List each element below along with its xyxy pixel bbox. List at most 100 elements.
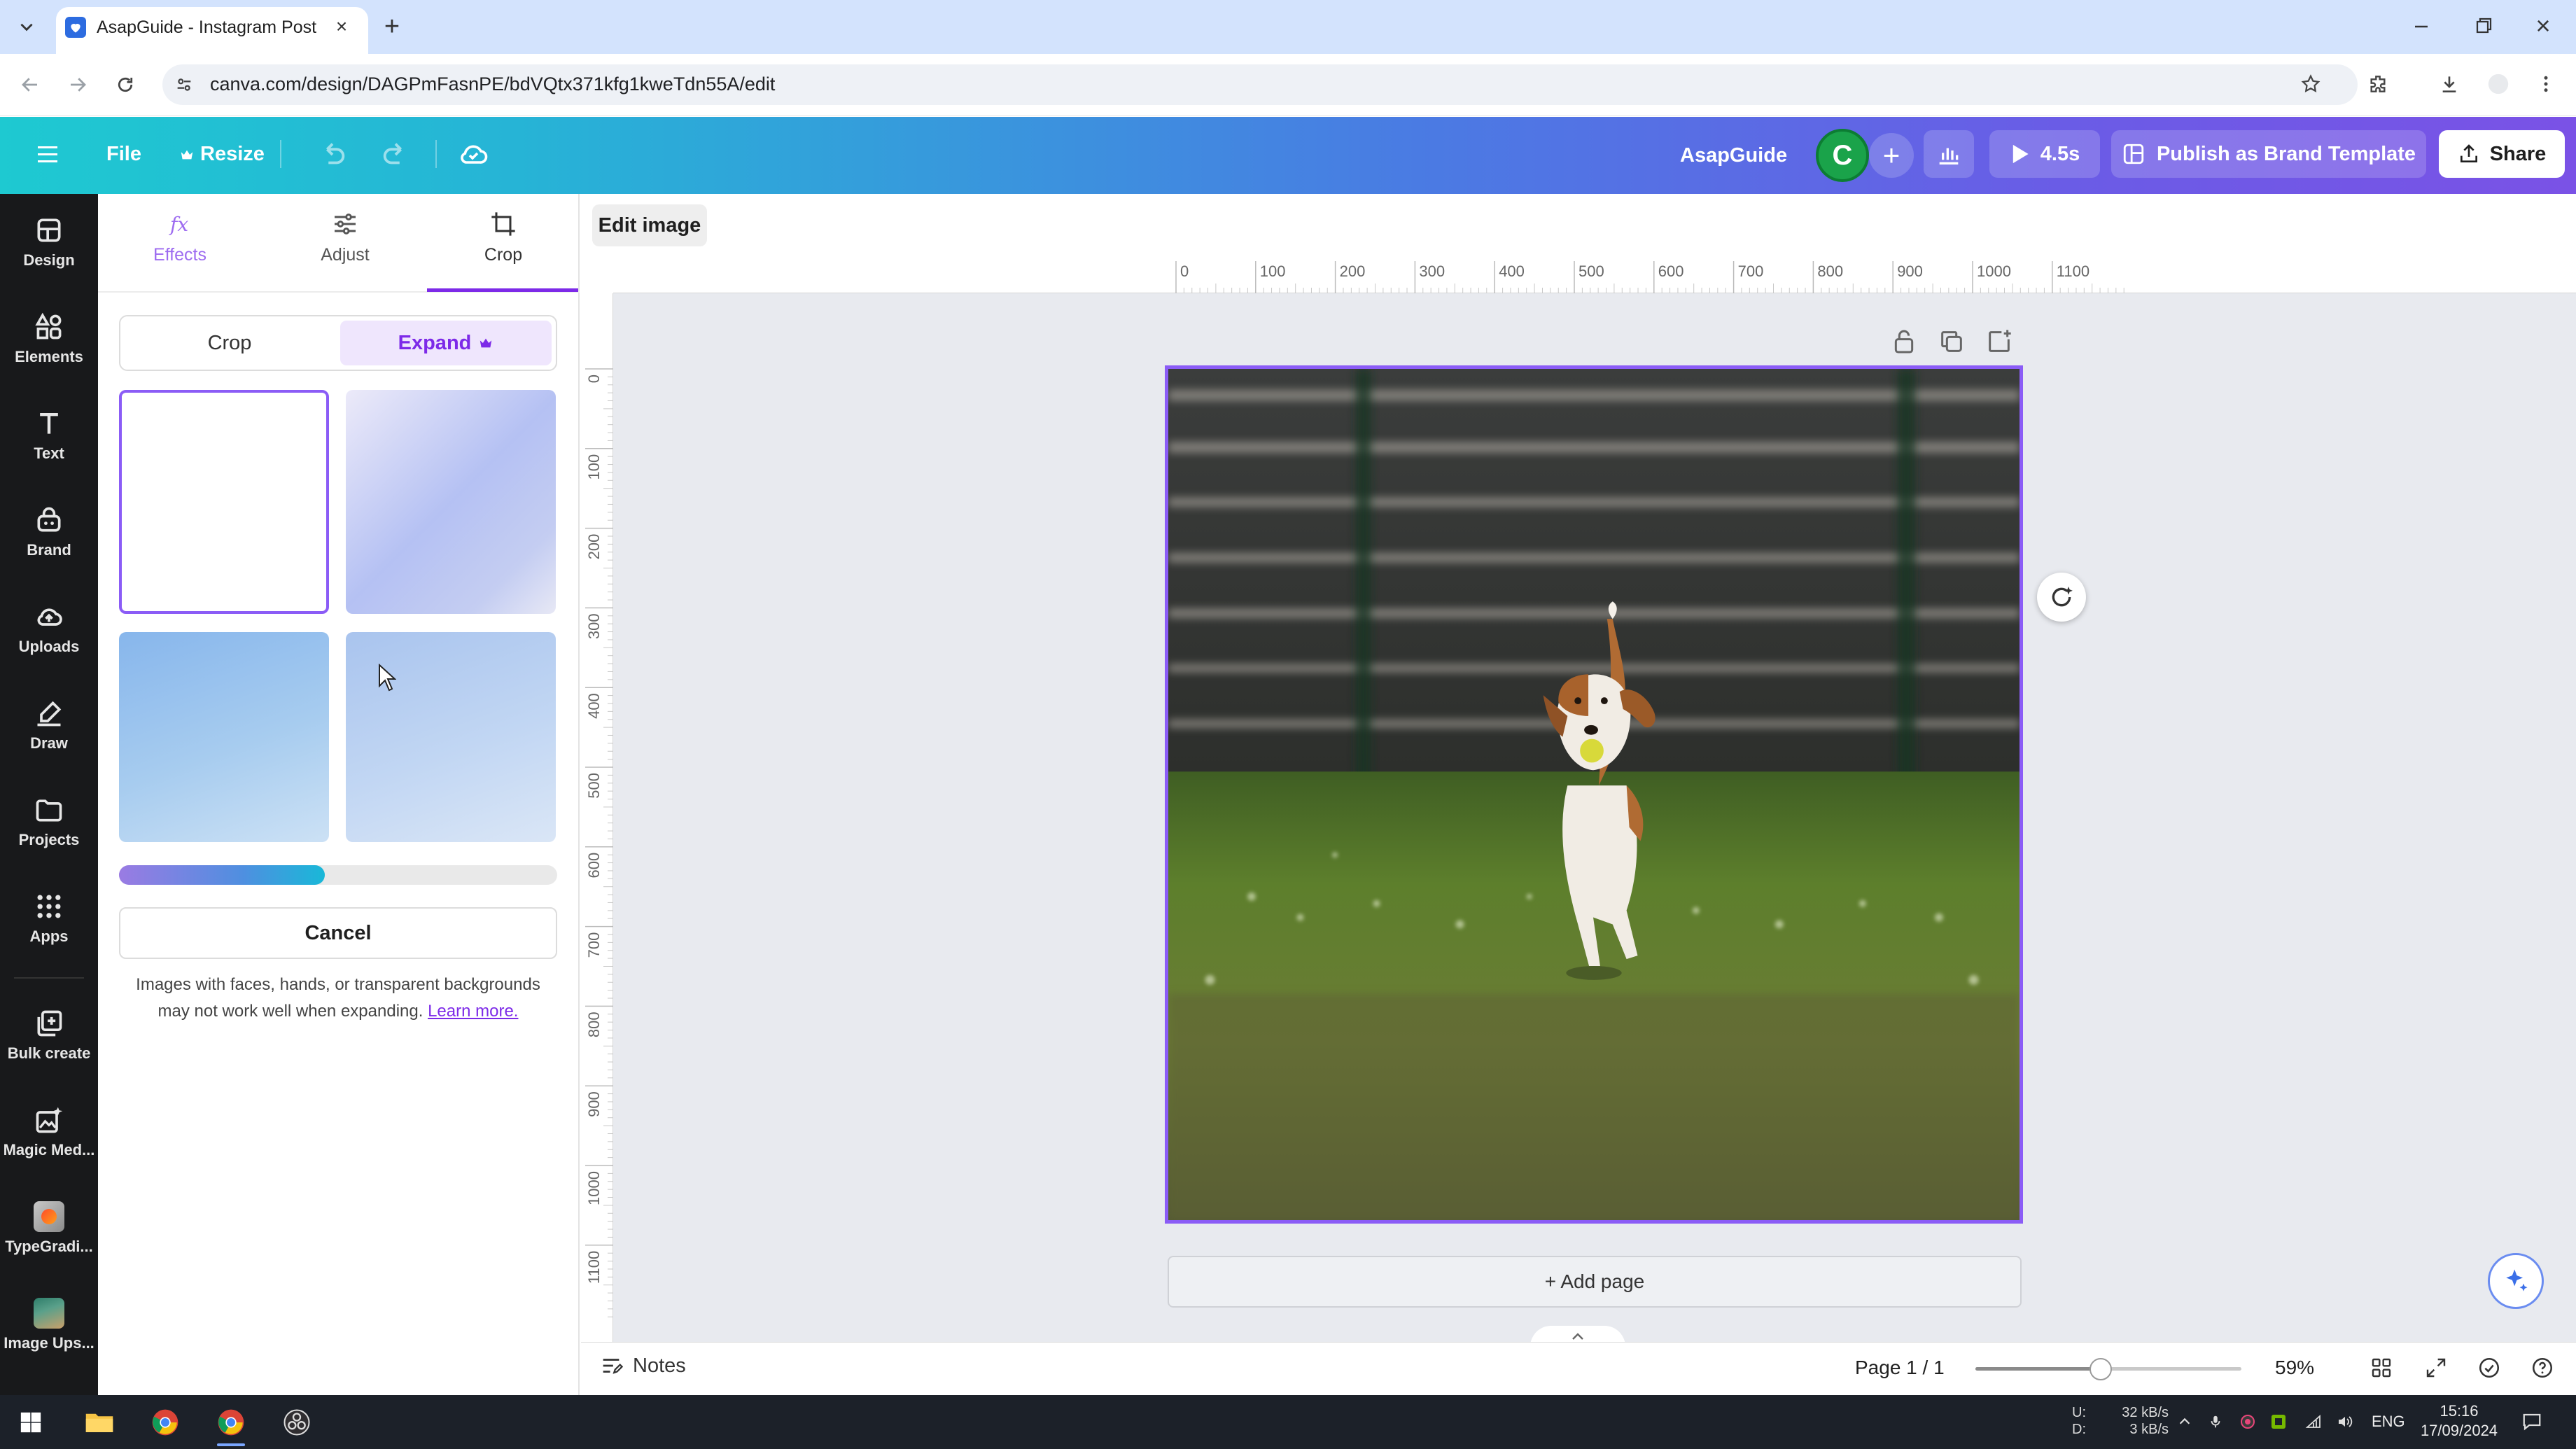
tab-adjust[interactable]: Adjust	[279, 210, 412, 287]
active-app-indicator	[217, 1443, 245, 1446]
rail-item-brand[interactable]: Brand	[0, 484, 98, 575]
microphone-icon[interactable]	[2205, 1411, 2226, 1432]
generation-progress-bar	[119, 865, 325, 885]
insights-button[interactable]	[1924, 130, 1974, 178]
obs-recorder-icon[interactable]	[277, 1403, 316, 1442]
check-status-icon[interactable]	[2474, 1352, 2505, 1383]
rail-item-magic-media[interactable]: Magic Med...	[0, 1084, 98, 1175]
extensions-puzzle-icon[interactable]	[2362, 68, 2394, 100]
input-language[interactable]: ENG	[2372, 1413, 2405, 1431]
page-count[interactable]: Page 1 / 1	[1855, 1357, 1945, 1379]
new-tab-plus-icon[interactable]: +	[378, 12, 406, 41]
notification-center-icon[interactable]	[2520, 1410, 2544, 1434]
expand-result-option-2[interactable]	[346, 390, 556, 614]
cancel-button[interactable]: Cancel	[119, 907, 557, 959]
add-page-icon[interactable]	[1985, 328, 2013, 356]
add-collaborator-plus-icon[interactable]: +	[1869, 133, 1914, 178]
ruler-label: 600	[585, 853, 603, 878]
segment-expand[interactable]: Expand	[340, 321, 552, 365]
tab-crop[interactable]: Crop	[437, 210, 570, 287]
site-info-icon[interactable]	[172, 73, 196, 97]
expand-result-option-4[interactable]	[346, 632, 556, 842]
mouse-cursor-icon	[378, 663, 397, 695]
rail-item-image-upscaler[interactable]: Image Ups...	[0, 1277, 98, 1368]
share-upload-icon	[2460, 144, 2477, 162]
regenerate-icon[interactable]	[2037, 573, 2086, 622]
zoom-slider-thumb[interactable]	[2090, 1358, 2112, 1380]
add-page-button[interactable]: + Add page	[1168, 1256, 2022, 1308]
vertical-ruler-ticks: 0 100 200 300 400 500 600 700 800 900 1000 1100	[585, 368, 613, 1317]
nvidia-tray-icon[interactable]	[2268, 1411, 2289, 1432]
rail-item-label: Elements	[15, 348, 83, 365]
wifi-icon[interactable]	[2303, 1411, 2324, 1432]
team-name[interactable]: AsapGuide	[1680, 144, 1787, 167]
user-avatar[interactable]: C	[1816, 129, 1869, 182]
active-tab-indicator	[427, 288, 578, 292]
rail-item-uploads[interactable]: Uploads	[0, 580, 98, 671]
ruler-label: 500	[585, 773, 603, 799]
present-button[interactable]: 4.5s	[1989, 130, 2100, 178]
ruler-label: 200	[585, 534, 603, 560]
back-arrow-icon[interactable]	[14, 69, 46, 101]
fullscreen-icon[interactable]	[2421, 1352, 2451, 1383]
edit-image-button[interactable]: Edit image	[592, 204, 707, 246]
expand-result-option-3[interactable]	[119, 632, 329, 842]
rail-item-apps[interactable]: Apps	[0, 870, 98, 961]
hamburger-menu-icon[interactable]	[32, 140, 63, 168]
duplicate-page-icon[interactable]	[1938, 328, 1966, 356]
publish-brand-template-button[interactable]: Publish as Brand Template	[2111, 130, 2426, 178]
rail-item-typegradient[interactable]: TypeGradi...	[0, 1180, 98, 1271]
rail-item-elements[interactable]: Elements	[0, 290, 98, 382]
file-menu-button[interactable]: File	[106, 143, 141, 166]
canva-assistant-sparkle-icon[interactable]	[2488, 1253, 2544, 1309]
file-explorer-icon[interactable]	[80, 1403, 119, 1442]
share-button[interactable]: Share	[2439, 130, 2565, 178]
undo-icon[interactable]	[316, 139, 349, 171]
beagle-photo[interactable]	[1168, 369, 2019, 1220]
typegradient-app-icon	[34, 1201, 64, 1232]
zoom-percentage[interactable]: 59%	[2275, 1357, 2314, 1379]
tab-label: Crop	[484, 245, 523, 265]
chrome-icon[interactable]	[146, 1403, 185, 1442]
rail-item-text[interactable]: Text	[0, 387, 98, 478]
expand-result-option-1[interactable]	[119, 390, 329, 614]
download-icon[interactable]	[2433, 68, 2465, 100]
help-icon[interactable]	[2527, 1352, 2558, 1383]
reload-icon[interactable]	[109, 69, 141, 101]
window-restore-icon[interactable]	[2467, 13, 2499, 41]
clock[interactable]: 15:16 17/09/2024	[2408, 1401, 2510, 1441]
rail-item-draw[interactable]: Draw	[0, 677, 98, 768]
tab-list-chevron-icon[interactable]	[10, 10, 43, 43]
tab-effects[interactable]: fx Effects	[113, 210, 246, 287]
segment-crop[interactable]: Crop	[125, 321, 335, 365]
volume-icon[interactable]	[2334, 1411, 2355, 1432]
tab-close-icon[interactable]: ×	[329, 14, 354, 39]
lock-icon[interactable]	[1890, 328, 1918, 356]
rail-item-projects[interactable]: Projects	[0, 774, 98, 864]
context-toolbar	[581, 194, 2576, 257]
forward-arrow-icon[interactable]	[62, 69, 94, 101]
chrome-active-icon[interactable]	[211, 1403, 251, 1446]
ruler-label: 500	[1578, 262, 1604, 280]
cloud-save-status-icon[interactable]	[456, 137, 490, 171]
design-page[interactable]	[1165, 365, 2023, 1224]
browser-menu-icon[interactable]	[2530, 68, 2562, 100]
notes-button[interactable]: Notes	[599, 1354, 686, 1378]
tray-overflow-chevron-icon[interactable]	[2174, 1411, 2195, 1432]
learn-more-link[interactable]: Learn more.	[428, 1002, 518, 1021]
windows-start-icon[interactable]	[11, 1403, 50, 1442]
grid-view-icon[interactable]	[2366, 1352, 2397, 1383]
rail-item-label: Uploads	[18, 638, 80, 655]
rail-item-label: Projects	[18, 831, 80, 848]
segment-expand-label: Expand	[398, 331, 472, 354]
horizontal-ruler: 0 100 200 300 400 500 600 700 800 900 1000 1100	[613, 257, 2576, 293]
window-close-icon[interactable]: ×	[2527, 10, 2559, 42]
redo-icon[interactable]	[379, 139, 412, 171]
recording-indicator-icon[interactable]	[2237, 1411, 2258, 1432]
window-minimize-icon[interactable]	[2405, 13, 2437, 41]
rail-item-bulk-create[interactable]: Bulk create	[0, 987, 98, 1078]
resize-button[interactable]: Resize	[179, 143, 265, 166]
bookmark-star-icon[interactable]	[2295, 68, 2327, 100]
profile-icon[interactable]	[2482, 68, 2514, 100]
rail-item-design[interactable]: Design	[0, 194, 98, 285]
